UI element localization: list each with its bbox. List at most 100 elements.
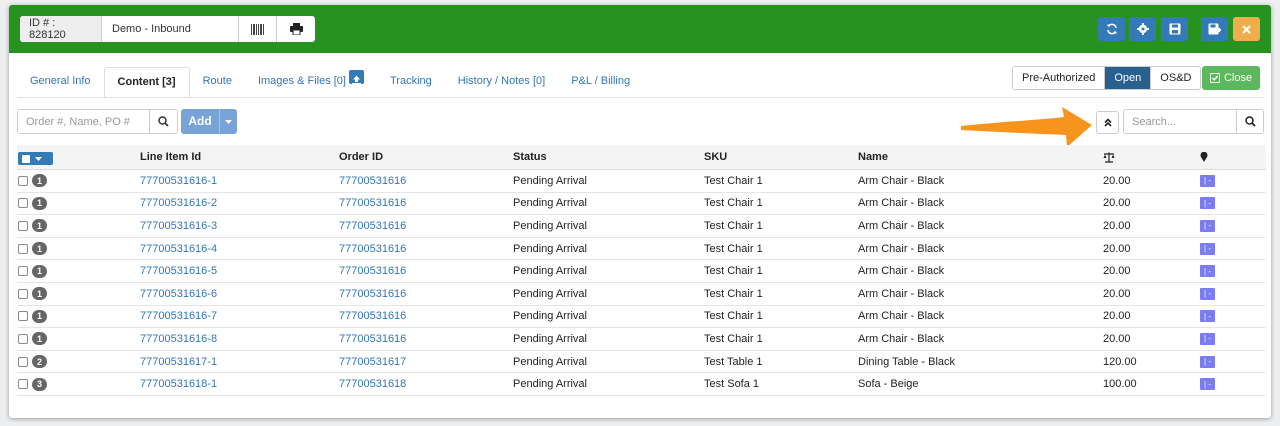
close-order-button[interactable]: Close	[1202, 66, 1260, 90]
tab-images-files[interactable]: Images & Files [0]	[245, 67, 377, 98]
select-all-checkbox[interactable]	[22, 154, 30, 163]
status-cell: Pending Arrival	[513, 265, 587, 278]
order-id-link[interactable]: 77700531616	[339, 283, 406, 305]
row-checkbox[interactable]	[18, 333, 28, 344]
tab-tracking[interactable]: Tracking	[377, 67, 445, 98]
row-checkbox[interactable]	[18, 379, 28, 390]
top-bar: ID # : 828120 Demo - Inbound	[9, 5, 1271, 53]
save-close-button[interactable]	[1201, 17, 1228, 41]
barcode-button[interactable]	[239, 16, 277, 42]
search-icon	[158, 116, 169, 127]
row-checkbox-cell	[18, 328, 28, 350]
location-tag[interactable]: | -	[1200, 310, 1215, 323]
location-tag[interactable]: | -	[1200, 287, 1215, 300]
line-item-id-link[interactable]: 77700531617-1	[140, 351, 217, 373]
table-search-input[interactable]	[1124, 110, 1236, 133]
weight-cell: 20.00	[1103, 265, 1131, 278]
table-row[interactable]: 1 77700531616-3 77700531616 Pending Arrival…	[17, 215, 1266, 238]
tab-general-info[interactable]: General Info	[17, 67, 104, 98]
upload-icon[interactable]	[349, 70, 364, 85]
table-row[interactable]: 1 77700531616-2 77700531616 Pending Arrival…	[17, 193, 1266, 216]
order-id-link[interactable]: 77700531616	[339, 193, 406, 215]
status-open-button[interactable]: Open	[1105, 67, 1152, 89]
order-id-link[interactable]: 77700531616	[339, 260, 406, 282]
status-osd-button[interactable]: OS&D	[1151, 67, 1201, 89]
line-item-id-link[interactable]: 77700531616-6	[140, 283, 217, 305]
col-header-status[interactable]: Status	[513, 145, 547, 169]
tab-pl-billing[interactable]: P&L / Billing	[558, 67, 643, 98]
table-row[interactable]: 3 77700531618-1 77700531618 Pending Arrival…	[17, 373, 1266, 396]
status-cell: Pending Arrival	[513, 242, 587, 255]
location-tag[interactable]: | -	[1200, 174, 1215, 187]
sku-cell: Test Chair 1	[704, 219, 763, 232]
table-search-button[interactable]	[1236, 110, 1263, 133]
row-checkbox[interactable]	[18, 266, 28, 277]
table-row[interactable]: 2 77700531617-1 77700531617 Pending Arrival…	[17, 351, 1266, 374]
line-item-id-link[interactable]: 77700531616-5	[140, 260, 217, 282]
table-row[interactable]: 1 77700531616-8 77700531616 Pending Arrival…	[17, 328, 1266, 351]
col-header-weight[interactable]	[1103, 145, 1115, 169]
location-tag[interactable]: | -	[1200, 265, 1215, 278]
gear-icon	[1136, 23, 1149, 35]
table-row[interactable]: 1 77700531616-7 77700531616 Pending Arrival…	[17, 306, 1266, 329]
caret-down-icon	[35, 156, 42, 161]
order-id-link[interactable]: 77700531616	[339, 328, 406, 350]
row-checkbox[interactable]	[18, 288, 28, 299]
save-icon	[1169, 23, 1180, 35]
line-item-id-link[interactable]: 77700531616-4	[140, 238, 217, 260]
row-checkbox[interactable]	[18, 198, 28, 209]
table-row[interactable]: 1 77700531616-5 77700531616 Pending Arrival…	[17, 260, 1266, 283]
location-tag[interactable]: | -	[1200, 219, 1215, 232]
status-pre-authorized-button[interactable]: Pre-Authorized	[1013, 67, 1106, 89]
line-item-id-link[interactable]: 77700531616-3	[140, 215, 217, 237]
qty-cell: 1	[32, 238, 47, 260]
col-header-sku[interactable]: SKU	[704, 145, 727, 169]
name-cell: Arm Chair - Black	[858, 332, 945, 345]
table-row[interactable]: 1 77700531616-6 77700531616 Pending Arrival…	[17, 283, 1266, 306]
tab-route[interactable]: Route	[190, 67, 245, 98]
location-tag[interactable]: | -	[1200, 332, 1215, 345]
line-item-id-link[interactable]: 77700531616-8	[140, 328, 217, 350]
select-all-dropdown[interactable]	[18, 152, 53, 165]
tab-history-notes[interactable]: History / Notes [0]	[445, 67, 558, 98]
order-search-button[interactable]	[149, 110, 177, 133]
row-checkbox[interactable]	[18, 175, 28, 186]
order-id-link[interactable]: 77700531617	[339, 351, 406, 373]
refresh-button[interactable]	[1098, 17, 1125, 41]
line-item-id-link[interactable]: 77700531618-1	[140, 373, 217, 395]
order-id-link[interactable]: 77700531616	[339, 215, 406, 237]
tab-content[interactable]: Content [3]	[103, 67, 190, 98]
order-id-link[interactable]: 77700531618	[339, 373, 406, 395]
location-tag[interactable]: | -	[1200, 378, 1215, 391]
location-tag[interactable]: | -	[1200, 242, 1215, 255]
collapse-toggle-button[interactable]	[1096, 111, 1119, 134]
save-button[interactable]	[1161, 17, 1188, 41]
col-header-name[interactable]: Name	[858, 145, 888, 169]
row-checkbox[interactable]	[18, 243, 28, 254]
close-button[interactable]	[1233, 17, 1260, 41]
line-item-id-link[interactable]: 77700531616-2	[140, 193, 217, 215]
line-item-id-link[interactable]: 77700531616-7	[140, 306, 217, 328]
table-row[interactable]: 1 77700531616-4 77700531616 Pending Arrival…	[17, 238, 1266, 261]
order-search-input[interactable]	[18, 110, 149, 133]
tab-bar: General Info Content [3] Route Images & …	[17, 67, 643, 98]
line-item-id-link[interactable]: 77700531616-1	[140, 170, 217, 192]
name-cell: Arm Chair - Black	[858, 219, 945, 232]
add-button[interactable]: Add	[181, 109, 237, 134]
row-checkbox[interactable]	[18, 356, 28, 367]
status-cell: Pending Arrival	[513, 378, 587, 391]
row-checkbox[interactable]	[18, 311, 28, 322]
order-id-link[interactable]: 77700531616	[339, 238, 406, 260]
order-id-link[interactable]: 77700531616	[339, 306, 406, 328]
col-header-order-id[interactable]: Order ID	[339, 145, 383, 169]
col-header-location[interactable]	[1200, 145, 1208, 169]
add-dropdown-toggle[interactable]	[219, 109, 237, 134]
order-id-link[interactable]: 77700531616	[339, 170, 406, 192]
col-header-line-item-id[interactable]: Line Item Id	[140, 145, 201, 169]
location-tag[interactable]: | -	[1200, 355, 1215, 368]
row-checkbox[interactable]	[18, 220, 28, 231]
settings-button[interactable]	[1129, 17, 1156, 41]
location-tag[interactable]: | -	[1200, 197, 1215, 210]
print-button[interactable]	[277, 16, 315, 42]
table-row[interactable]: 1 77700531616-1 77700531616 Pending Arrival…	[17, 170, 1266, 193]
